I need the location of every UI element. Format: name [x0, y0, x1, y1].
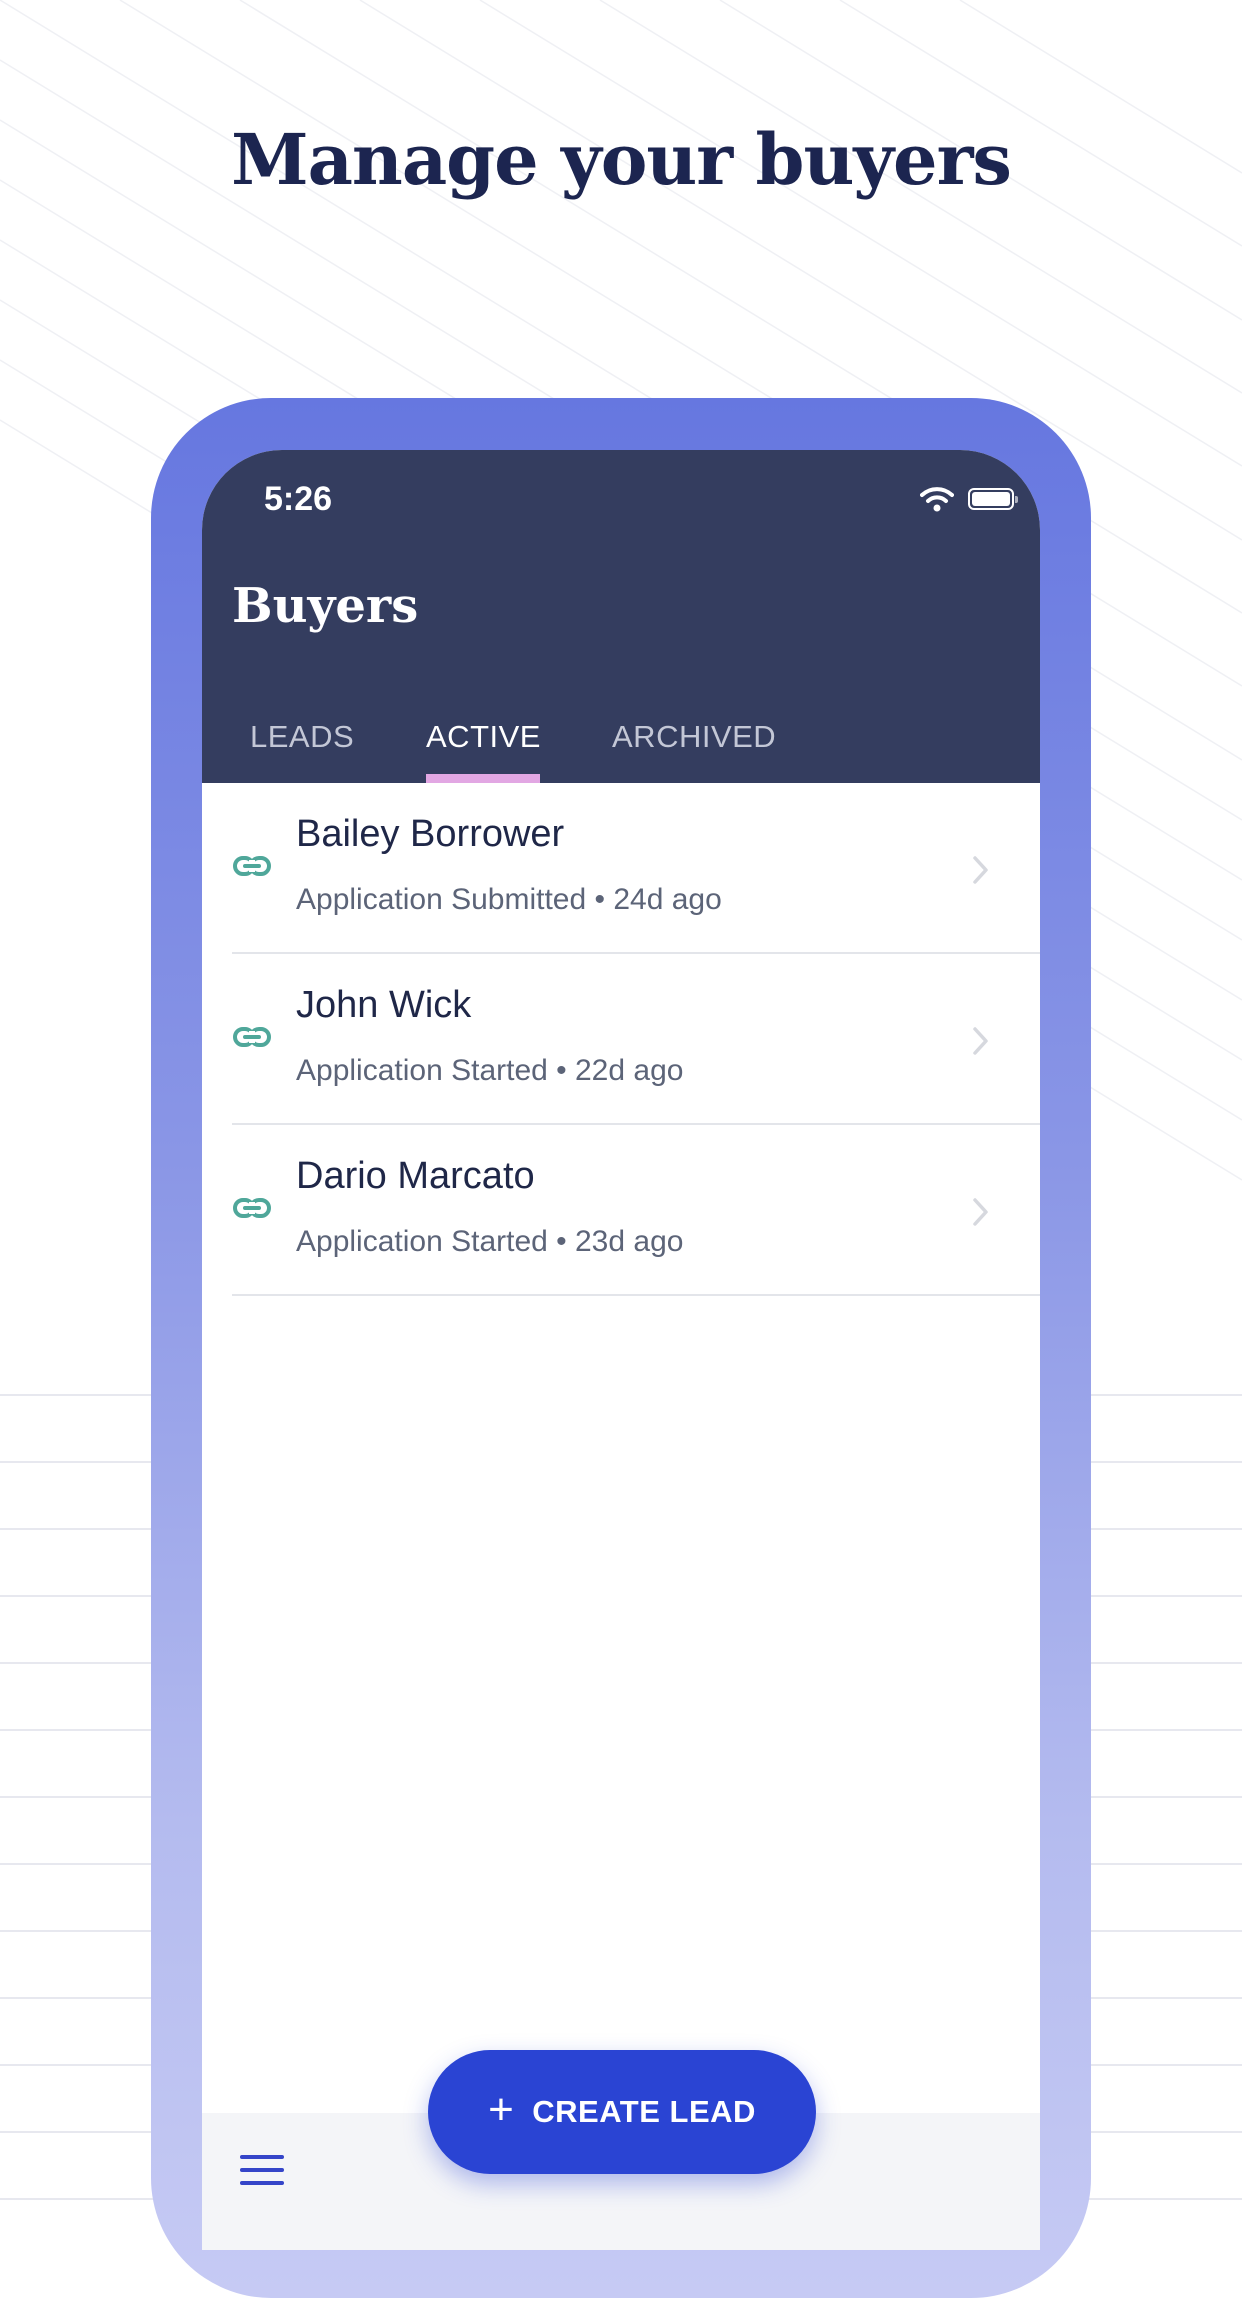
- buyer-row[interactable]: Dario Marcato Application Started • 23d …: [202, 1125, 1040, 1296]
- buyer-status: Application Submitted • 24d ago: [296, 883, 722, 916]
- app-header: 5:26 Buyers LEADS ACTIVE ARCHIVED: [202, 450, 1040, 783]
- buyer-name: John Wick: [296, 984, 472, 1026]
- link-icon: [233, 856, 271, 876]
- tab-active[interactable]: ACTIVE: [426, 712, 540, 783]
- tab-bar: LEADS ACTIVE ARCHIVED: [202, 712, 1040, 783]
- link-icon: [233, 1198, 271, 1218]
- status-time: 5:26: [264, 480, 333, 518]
- buyer-list: Bailey Borrower Application Submitted • …: [202, 783, 1040, 1296]
- buyer-name: Bailey Borrower: [296, 813, 565, 855]
- status-icons: [920, 486, 1018, 512]
- wifi-icon: [920, 487, 954, 512]
- buyer-name: Dario Marcato: [296, 1155, 535, 1197]
- create-lead-label: CREATE LEAD: [532, 2094, 756, 2129]
- page-headline: Manage your buyers: [231, 118, 1012, 201]
- chevron-right-icon: [973, 1027, 988, 1055]
- plus-icon: +: [488, 2085, 515, 2134]
- tab-leads[interactable]: LEADS: [250, 712, 354, 783]
- phone-screen: 5:26 Buyers LEADS ACTIVE ARCHIVED Bailey…: [202, 450, 1040, 2250]
- link-icon: [233, 1027, 271, 1047]
- app-title: Buyers: [232, 578, 419, 634]
- create-lead-button[interactable]: + CREATE LEAD: [428, 2050, 816, 2174]
- buyer-status: Application Started • 23d ago: [296, 1225, 684, 1258]
- chevron-right-icon: [973, 856, 988, 884]
- chevron-right-icon: [973, 1198, 988, 1226]
- hamburger-menu-icon[interactable]: [240, 2155, 284, 2187]
- buyer-row[interactable]: Bailey Borrower Application Submitted • …: [202, 783, 1040, 954]
- row-divider: [232, 1294, 1040, 1296]
- buyer-row[interactable]: John Wick Application Started • 22d ago: [202, 954, 1040, 1125]
- tab-archived[interactable]: ARCHIVED: [612, 712, 776, 783]
- buyer-status: Application Started • 22d ago: [296, 1054, 684, 1087]
- battery-icon: [968, 488, 1018, 510]
